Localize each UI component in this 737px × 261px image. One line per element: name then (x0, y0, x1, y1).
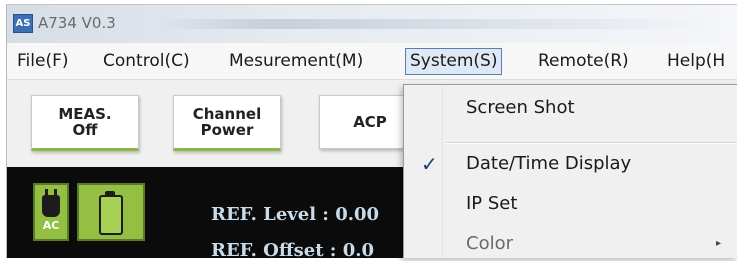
checkmark-icon: ✓ (421, 152, 438, 176)
submenu-arrow-icon: ▸ (716, 238, 722, 249)
meas-off-button[interactable]: MEAS. Off (31, 95, 139, 151)
menu-control[interactable]: Control(C) (99, 49, 194, 73)
menu-separator (446, 142, 737, 144)
menu-file[interactable]: File(F) (13, 49, 73, 73)
menu-help[interactable]: Help(H (663, 49, 729, 73)
menu-bar: File(F) Control(C) Mesurement(M) System(… (7, 43, 737, 80)
menu-item-ip-set[interactable]: IP Set (404, 187, 737, 221)
menu-remote[interactable]: Remote(R) (534, 49, 633, 73)
menu-item-label: Date/Time Display (466, 153, 632, 174)
ref-offset-readout: REF. Offset : 0.0 (211, 240, 375, 258)
app-icon: AS (13, 14, 33, 33)
ac-label: AC (42, 219, 60, 232)
window-title: A734 V0.3 (38, 14, 116, 32)
title-bar-blur (157, 19, 717, 29)
ref-level-readout: REF. Level : 0.00 (211, 204, 380, 225)
menu-item-screen-shot[interactable]: Screen Shot (404, 91, 737, 125)
title-bar[interactable]: AS A734 V0.3 (7, 5, 737, 43)
ac-power-icon: AC (33, 183, 69, 241)
menu-system[interactable]: System(S) (405, 48, 503, 75)
menu-item-label: IP Set (466, 193, 518, 214)
menu-item-label: Screen Shot (466, 97, 575, 118)
menu-measurement[interactable]: Mesurement(M) (225, 49, 367, 73)
battery-icon (77, 183, 145, 241)
menu-item-color[interactable]: Color ▸ (404, 227, 737, 261)
menu-item-label: Color (466, 233, 513, 254)
menu-item-date-time-display[interactable]: ✓ Date/Time Display (404, 147, 737, 181)
channel-power-button[interactable]: Channel Power (173, 95, 281, 151)
system-dropdown-menu: Screen Shot ✓ Date/Time Display IP Set C… (403, 84, 737, 258)
